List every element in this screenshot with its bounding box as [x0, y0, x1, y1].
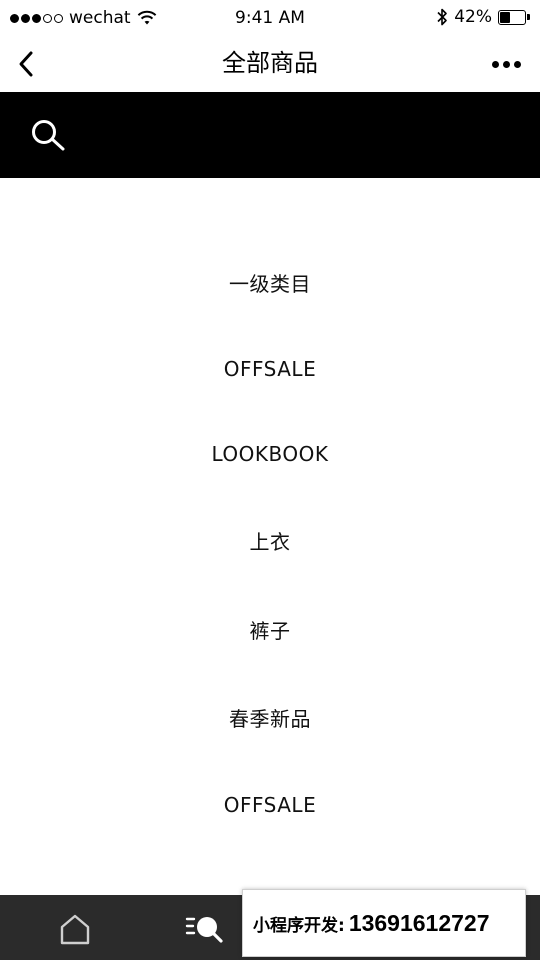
more-dots-icon — [491, 60, 499, 68]
battery-icon — [498, 9, 530, 25]
status-right: 42% — [436, 7, 530, 27]
navigation-bar: 全部商品 — [0, 36, 540, 92]
category-item[interactable]: OFFSALE — [0, 760, 540, 850]
category-item[interactable]: LOOKBOOK — [0, 409, 540, 499]
category-item[interactable]: 上衣 — [0, 497, 540, 587]
search-icon — [32, 120, 65, 151]
tab-home[interactable] — [52, 909, 98, 949]
category-item[interactable]: OFFSALE — [0, 324, 540, 414]
tab-search[interactable] — [180, 909, 230, 949]
list-search-icon — [185, 917, 223, 943]
battery-level — [500, 11, 510, 23]
category-item[interactable]: 裤子 — [0, 586, 540, 676]
search-bar — [0, 92, 540, 178]
category-item[interactable]: 一级类目 — [0, 239, 540, 329]
category-label: 春季新品 — [229, 707, 311, 731]
search-button[interactable] — [24, 112, 74, 158]
category-label: OFFSALE — [223, 793, 317, 817]
home-icon — [60, 914, 90, 945]
developer-promo-banner[interactable]: 小程序开发: 13691612727 — [242, 889, 526, 957]
status-bar: wechat 9:41 AM 42% — [0, 0, 540, 36]
battery-percent: 42% — [454, 7, 492, 27]
category-label: 裤子 — [249, 619, 291, 643]
page-title: 全部商品 — [222, 49, 318, 77]
more-options-button[interactable] — [486, 52, 526, 76]
category-label: 上衣 — [249, 530, 291, 554]
more-dot — [513, 60, 521, 68]
category-label: OFFSALE — [223, 357, 317, 381]
bluetooth-icon — [437, 8, 448, 26]
category-label: 一级类目 — [229, 272, 311, 296]
category-label: LOOKBOOK — [211, 442, 329, 466]
promo-phone-number: 13691612727 — [348, 909, 490, 936]
category-item[interactable]: 春季新品 — [0, 674, 540, 764]
more-dot — [502, 60, 510, 68]
promo-label: 小程序开发: — [253, 915, 345, 936]
